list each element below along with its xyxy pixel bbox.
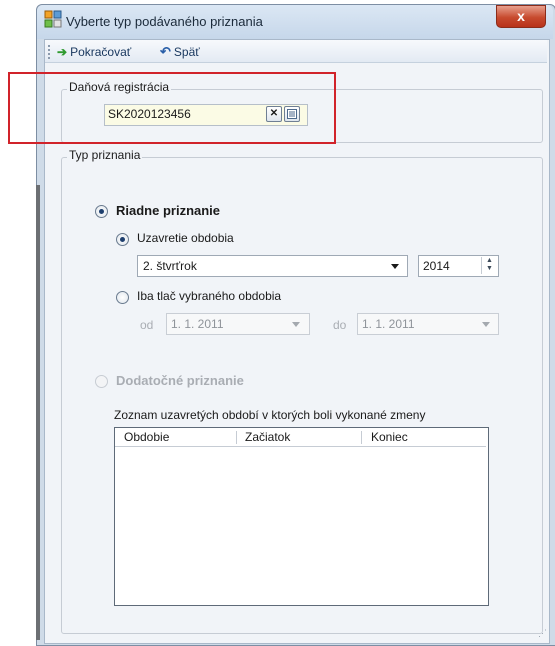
continue-label: Pokračovať bbox=[70, 45, 132, 59]
column-header-start[interactable]: Začiatok bbox=[245, 430, 290, 444]
column-separator[interactable] bbox=[236, 431, 237, 444]
changed-periods-list[interactable] bbox=[114, 427, 489, 606]
print-only-radio[interactable] bbox=[116, 291, 129, 304]
quarter-select[interactable]: 2. štvrťrok bbox=[137, 255, 408, 277]
to-date-select[interactable]: 1. 1. 2011 bbox=[357, 313, 499, 335]
undo-icon: ↶ bbox=[160, 44, 171, 59]
from-date-value: 1. 1. 2011 bbox=[171, 317, 224, 331]
highlight-frame bbox=[8, 72, 336, 144]
window-edge bbox=[36, 185, 40, 640]
to-date-value: 1. 1. 2011 bbox=[362, 317, 415, 331]
close-button[interactable]: x bbox=[496, 5, 546, 28]
back-button[interactable]: ↶ Späť bbox=[160, 44, 200, 60]
column-separator[interactable] bbox=[361, 431, 362, 444]
window-title: Vyberte typ podávaného priznania bbox=[66, 14, 263, 29]
arrow-right-icon: ➔ bbox=[57, 45, 68, 59]
column-header-period[interactable]: Obdobie bbox=[124, 430, 169, 444]
print-only-label: Iba tlač vybraného obdobia bbox=[137, 289, 282, 303]
column-header-end[interactable]: Koniec bbox=[371, 430, 408, 444]
changed-periods-caption: Zoznam uzavretých období v ktorých boli … bbox=[114, 408, 426, 422]
regular-return-radio[interactable] bbox=[95, 205, 108, 218]
to-label: do bbox=[333, 318, 347, 332]
chevron-down-icon bbox=[292, 322, 300, 327]
from-label: od bbox=[140, 318, 154, 332]
closing-period-label: Uzavretie obdobia bbox=[137, 231, 234, 245]
from-date-select[interactable]: 1. 1. 2011 bbox=[166, 313, 310, 335]
resize-grip-icon[interactable]: ⋰ bbox=[538, 628, 547, 639]
chevron-down-icon bbox=[482, 322, 490, 327]
closing-period-radio[interactable] bbox=[116, 233, 129, 246]
return-type-group-label: Typ priznania bbox=[67, 148, 143, 162]
year-spinner[interactable]: 2014 ▲ ▼ bbox=[418, 255, 499, 277]
regular-return-label: Riadne priznanie bbox=[116, 203, 221, 218]
toolbar-grip-icon[interactable] bbox=[48, 45, 52, 59]
back-label: Späť bbox=[173, 45, 200, 59]
app-icon bbox=[44, 10, 62, 28]
list-header bbox=[115, 428, 486, 447]
year-value: 2014 bbox=[423, 259, 450, 273]
continue-button[interactable]: ➔ Pokračovať bbox=[57, 44, 131, 60]
chevron-down-icon bbox=[391, 264, 399, 269]
supplementary-return-radio[interactable] bbox=[95, 375, 108, 388]
quarter-value: 2. štvrťrok bbox=[143, 259, 197, 273]
spinner-arrows-icon[interactable]: ▲ ▼ bbox=[481, 257, 497, 274]
supplementary-return-label: Dodatočné priznanie bbox=[116, 373, 244, 388]
